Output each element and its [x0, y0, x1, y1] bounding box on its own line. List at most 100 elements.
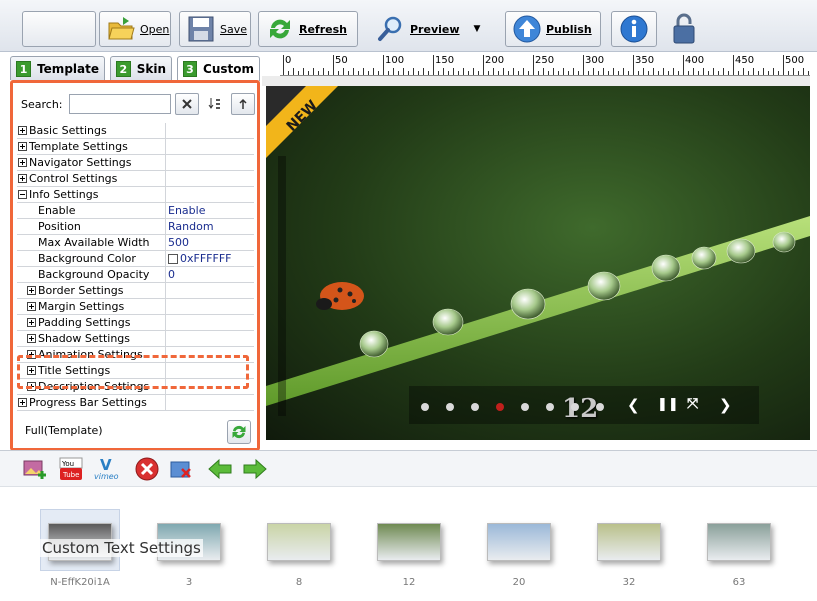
- move-left-button[interactable]: [207, 457, 233, 481]
- property-value[interactable]: [166, 315, 254, 330]
- save-button[interactable]: Save: [179, 11, 251, 47]
- property-row[interactable]: Template Settings: [17, 139, 254, 155]
- property-value[interactable]: [166, 331, 254, 346]
- add-image-button[interactable]: [22, 457, 48, 481]
- property-row[interactable]: Progress Bar Settings: [17, 395, 254, 411]
- slide-dot[interactable]: [546, 403, 554, 411]
- property-key-label: Basic Settings: [29, 124, 107, 137]
- apply-button[interactable]: [227, 420, 251, 444]
- search-input[interactable]: [68, 94, 171, 114]
- expand-icon[interactable]: [27, 286, 36, 295]
- expand-icon[interactable]: [18, 174, 27, 183]
- property-row[interactable]: Animation Settings: [17, 347, 254, 363]
- property-value[interactable]: 0: [166, 267, 254, 282]
- tab-template[interactable]: 1 Template: [10, 56, 105, 80]
- collapse-icon[interactable]: [18, 190, 27, 199]
- ruler-tick: [318, 71, 319, 75]
- move-right-button[interactable]: [242, 457, 268, 481]
- property-value[interactable]: [166, 347, 254, 362]
- next-icon[interactable]: ❯: [719, 396, 732, 414]
- property-row[interactable]: Background Color 0xFFFFFF: [17, 251, 254, 267]
- property-value[interactable]: [166, 379, 254, 394]
- property-value[interactable]: [166, 187, 254, 202]
- expand-icon[interactable]: [18, 126, 27, 135]
- categorize-button[interactable]: [230, 93, 255, 115]
- slide-dot[interactable]: [521, 403, 529, 411]
- property-row[interactable]: Margin Settings: [17, 299, 254, 315]
- property-row[interactable]: Enable Enable: [17, 203, 254, 219]
- pause-icon[interactable]: ❚❚: [657, 397, 679, 412]
- slide-dot[interactable]: [421, 403, 429, 411]
- open-button[interactable]: Open: [99, 11, 171, 47]
- info-button[interactable]: [611, 11, 657, 47]
- refresh-button[interactable]: Refresh: [258, 11, 358, 47]
- property-row[interactable]: Basic Settings: [17, 123, 254, 139]
- property-row[interactable]: Shadow Settings: [17, 331, 254, 347]
- expand-icon[interactable]: [18, 158, 27, 167]
- slideshow-preview[interactable]: NEW 12 ❮ ❚❚ ⤧ ❯: [266, 86, 810, 440]
- blank-button[interactable]: [22, 11, 96, 47]
- slide-dot[interactable]: [571, 403, 579, 411]
- property-row[interactable]: Padding Settings: [17, 315, 254, 331]
- property-row[interactable]: Background Opacity 0: [17, 267, 254, 283]
- property-value[interactable]: Random: [166, 219, 254, 234]
- expand-icon[interactable]: [27, 302, 36, 311]
- add-youtube-button[interactable]: You Tube: [58, 457, 84, 481]
- add-vimeo-button[interactable]: Vvimeo: [94, 457, 124, 481]
- property-row[interactable]: Control Settings: [17, 171, 254, 187]
- open-label: Open: [140, 22, 170, 36]
- property-value[interactable]: [166, 171, 254, 186]
- expand-icon[interactable]: [27, 382, 36, 391]
- property-value[interactable]: [166, 395, 254, 410]
- ruler-tick: [648, 71, 649, 75]
- slide-dot[interactable]: [496, 403, 504, 411]
- slide-thumbnail[interactable]: [487, 523, 551, 561]
- property-value[interactable]: [166, 123, 254, 138]
- property-row[interactable]: Description Settings: [17, 379, 254, 395]
- ruler-tick: [473, 68, 474, 75]
- slide-thumbnail[interactable]: [267, 523, 331, 561]
- property-value[interactable]: [166, 363, 254, 378]
- tab-custom[interactable]: 3 Custom: [177, 56, 260, 81]
- expand-icon[interactable]: [27, 350, 36, 359]
- dropdown-arrow-icon[interactable]: ▼: [474, 24, 481, 34]
- preview-button[interactable]: Preview ▼: [369, 11, 489, 47]
- expand-icon[interactable]: [27, 366, 36, 375]
- upload-arrow-icon: [512, 14, 542, 44]
- clear-search-button[interactable]: [174, 93, 199, 115]
- slide-dot[interactable]: [446, 403, 454, 411]
- tab-skin[interactable]: 2 Skin: [110, 56, 172, 80]
- property-row[interactable]: Title Settings: [17, 363, 254, 379]
- property-value[interactable]: [166, 299, 254, 314]
- remove-all-button[interactable]: [168, 457, 194, 481]
- slide-thumbnail[interactable]: [377, 523, 441, 561]
- lock-icon[interactable]: [670, 12, 698, 49]
- expand-icon[interactable]: [18, 398, 27, 407]
- property-value[interactable]: [166, 283, 254, 298]
- media-toolbar: You Tube Vvimeo: [0, 450, 817, 486]
- property-value[interactable]: [166, 139, 254, 154]
- property-value[interactable]: 500: [166, 235, 254, 250]
- property-value[interactable]: [166, 155, 254, 170]
- slide-thumbnail[interactable]: [597, 523, 661, 561]
- expand-icon[interactable]: [18, 142, 27, 151]
- property-row[interactable]: Border Settings: [17, 283, 254, 299]
- previous-icon[interactable]: ❮: [627, 396, 640, 414]
- color-swatch[interactable]: [168, 253, 178, 264]
- property-value[interactable]: Enable: [166, 203, 254, 218]
- expand-icon[interactable]: [27, 318, 36, 327]
- search-label: Search:: [21, 97, 63, 111]
- expand-icon[interactable]: [27, 334, 36, 343]
- property-row[interactable]: Max Available Width 500: [17, 235, 254, 251]
- fullscreen-icon[interactable]: ⤧: [687, 396, 698, 412]
- property-row[interactable]: Position Random: [17, 219, 254, 235]
- slide-dot[interactable]: [596, 403, 604, 411]
- property-row[interactable]: Info Settings: [17, 187, 254, 203]
- publish-button[interactable]: Publish: [505, 11, 601, 47]
- slide-dot[interactable]: [471, 403, 479, 411]
- sort-button[interactable]: [203, 93, 227, 115]
- property-row[interactable]: Navigator Settings: [17, 155, 254, 171]
- slide-thumbnail[interactable]: [707, 523, 771, 561]
- property-value[interactable]: 0xFFFFFF: [166, 251, 254, 266]
- delete-button[interactable]: [134, 457, 160, 481]
